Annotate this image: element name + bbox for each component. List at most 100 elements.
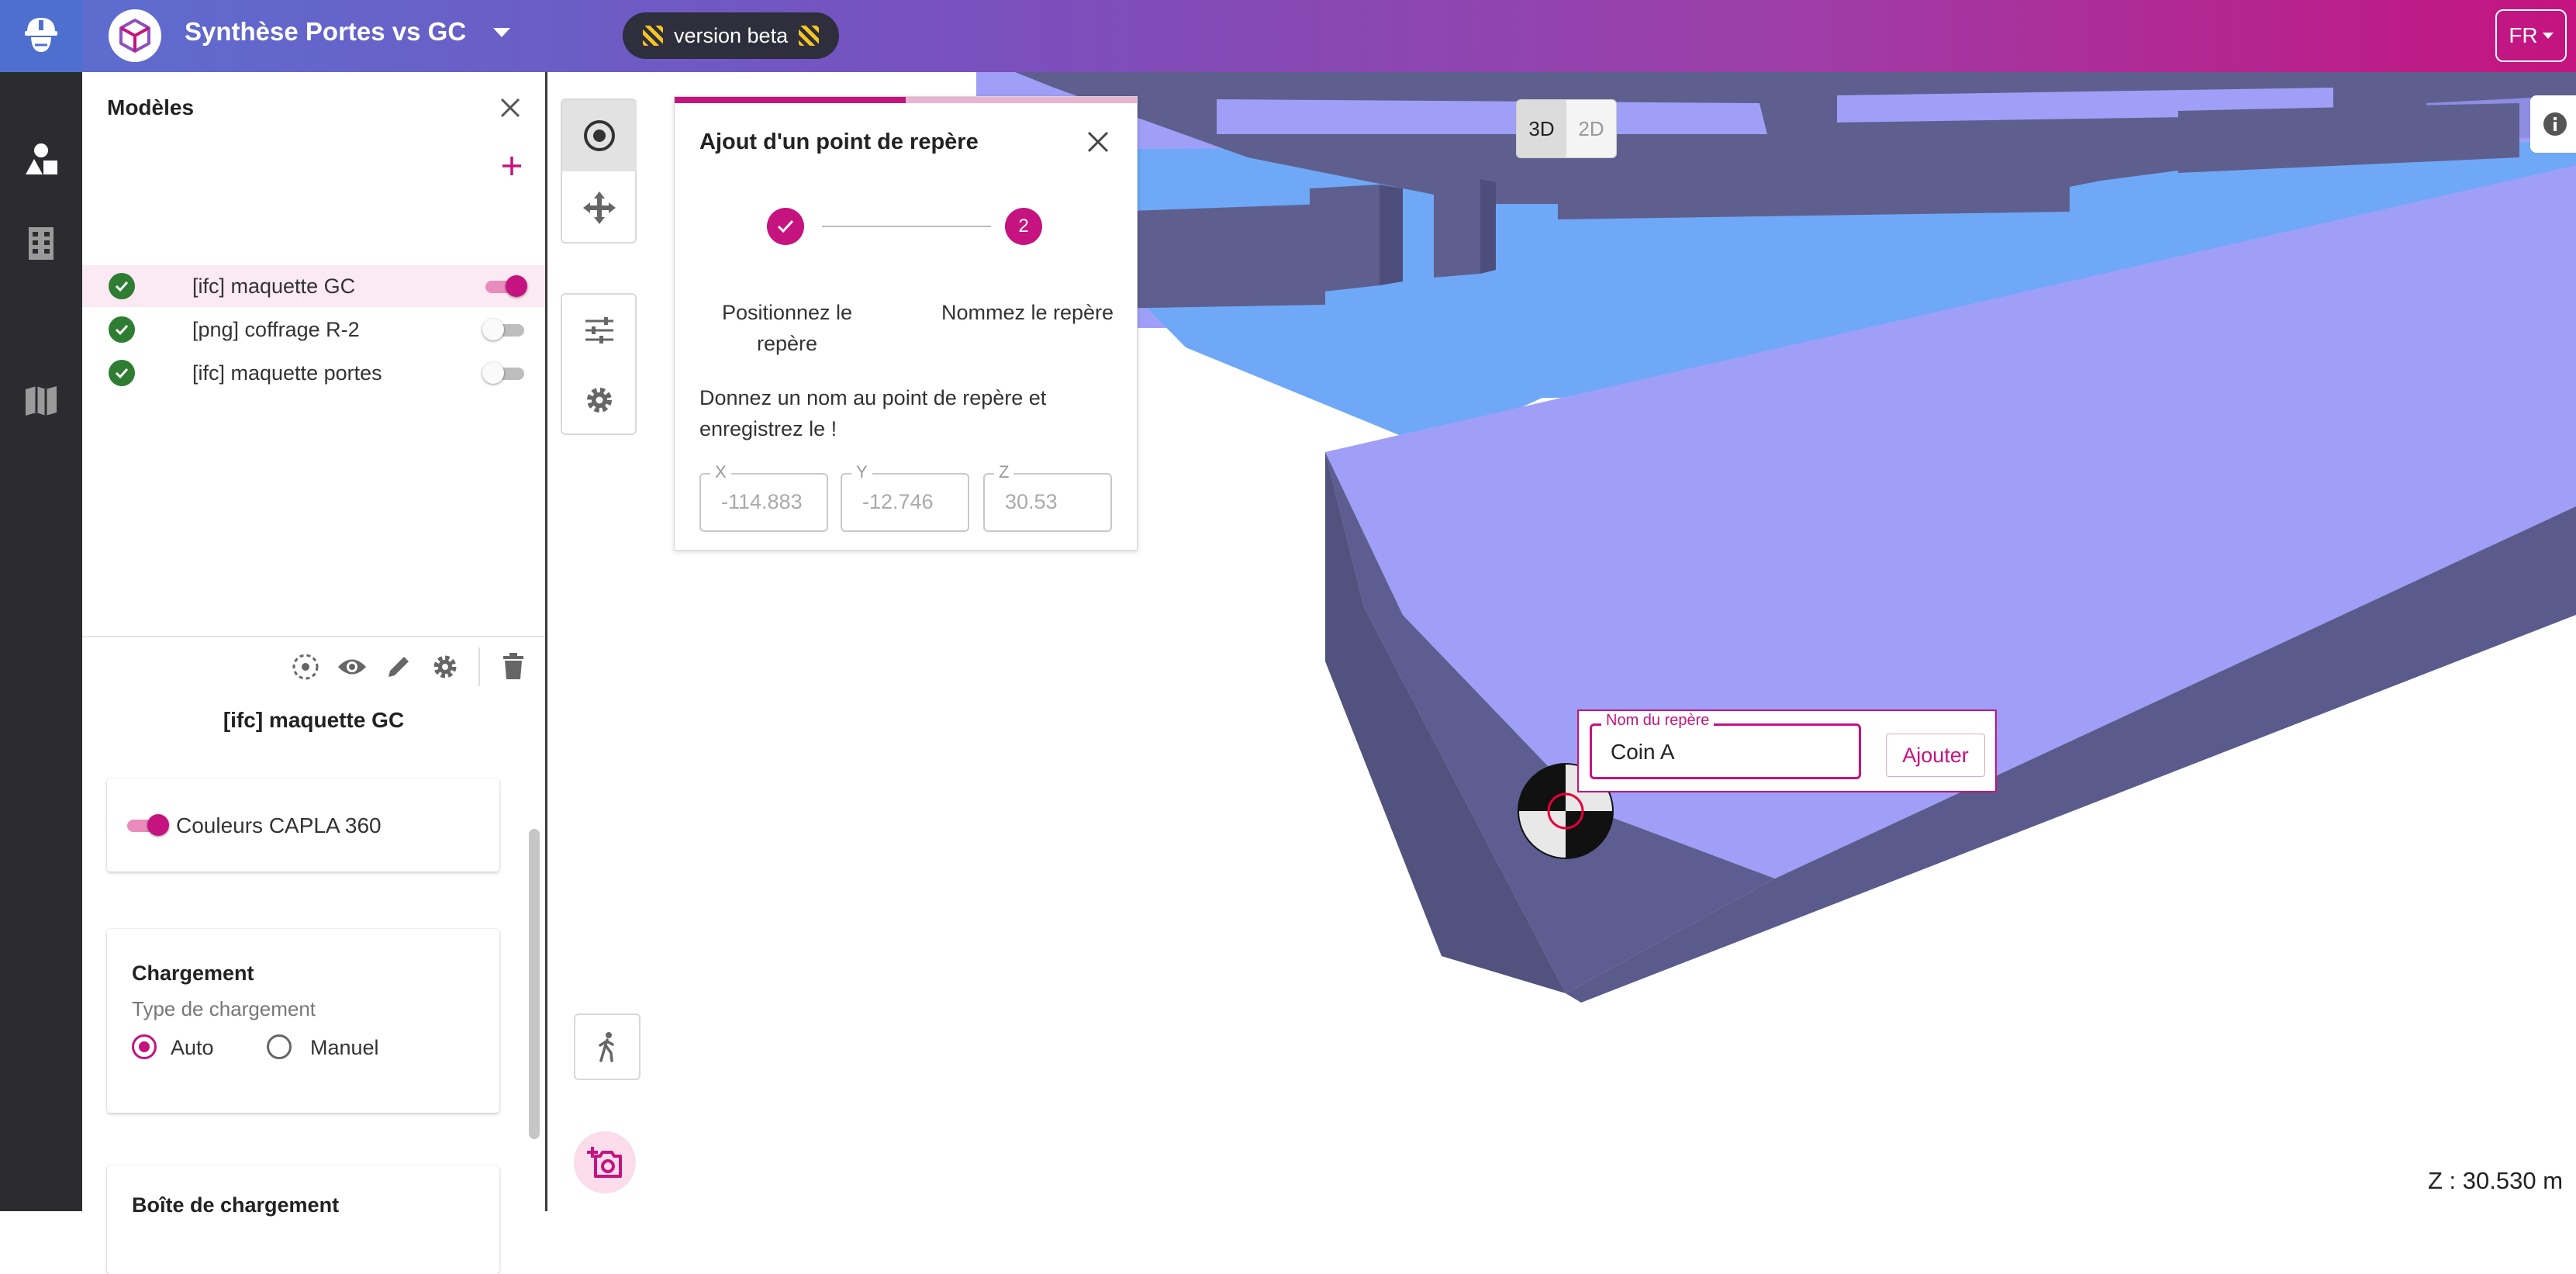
toggle-thumb: [506, 275, 527, 297]
settings-toolbox: [561, 293, 637, 435]
model-row[interactable]: [png] coffrage R-2: [82, 309, 545, 350]
eye-icon: [338, 659, 366, 675]
home-logo-button[interactable]: [0, 0, 82, 72]
edit-model-button[interactable]: [381, 649, 416, 685]
info-icon: [2543, 112, 2567, 136]
stepper-connector: [822, 226, 991, 227]
toolbar-separator: [478, 647, 480, 686]
radio-auto-label: Auto: [171, 1036, 214, 1059]
step-done-indicator: [767, 208, 804, 245]
landmark-name-field[interactable]: Nom du repère Coin A: [1590, 712, 1861, 779]
close-icon: [499, 97, 521, 123]
pan-mode-button[interactable]: [562, 172, 637, 243]
view-mode-toggle: 3D 2D: [1516, 99, 1617, 158]
target-icon: [584, 120, 615, 151]
loading-box-card: Boîte de chargement: [107, 1165, 499, 1274]
warning-stripes-icon: [799, 26, 820, 46]
check-circle-icon: [109, 316, 135, 343]
check-circle-icon: [109, 360, 135, 386]
rail-item-models[interactable]: [0, 115, 82, 208]
model-row[interactable]: [ifc] maquette portes: [82, 352, 545, 394]
language-label: FR: [2509, 23, 2538, 47]
beta-badge: version beta: [623, 12, 840, 59]
coord-z-value: 30.53: [1005, 490, 1058, 513]
step-2-label: Nommez le repère: [941, 301, 1114, 324]
screenshot-button[interactable]: [574, 1131, 636, 1193]
shapes-icon: [23, 142, 59, 181]
orbit-mode-button[interactable]: [562, 100, 637, 171]
view-3d-button[interactable]: 3D: [1517, 100, 1566, 157]
coord-y-label: Y: [851, 462, 872, 482]
step-1-label: Positionnez le repère: [721, 301, 853, 355]
add-landmark-button[interactable]: Ajouter: [1886, 734, 1985, 777]
gear-icon: [433, 655, 457, 678]
model-visibility-toggle[interactable]: [482, 361, 527, 385]
language-selector[interactable]: FR: [2495, 9, 2567, 62]
filters-button[interactable]: [562, 295, 637, 366]
model-visibility-toggle[interactable]: [482, 274, 527, 298]
add-camera-icon: [587, 1147, 622, 1178]
close-panel-button[interactable]: [493, 92, 527, 126]
trash-icon: [503, 653, 523, 679]
view-2d-button[interactable]: 2D: [1566, 100, 1616, 157]
sliders-icon: [585, 317, 613, 344]
loading-box-title: Boîte de chargement: [132, 1193, 340, 1217]
landmark-name-input[interactable]: Coin A: [1611, 740, 1675, 765]
info-button[interactable]: [2530, 95, 2576, 153]
top-bar: Synthèse Portes vs GC version beta FR: [0, 0, 2576, 72]
panel-scrollbar[interactable]: [529, 829, 540, 1139]
move-arrows-icon: [583, 192, 616, 224]
coord-x-label: X: [710, 462, 731, 482]
walking-person-icon: [599, 1032, 614, 1062]
loading-title: Chargement: [132, 962, 254, 985]
visibility-button[interactable]: [334, 649, 370, 685]
3d-viewport[interactable]: 3D 2D Ajout d'un point de repère 2 Posit…: [550, 72, 2576, 1211]
dialog-title: Ajout d'un point de repère: [699, 129, 979, 154]
close-dialog-button[interactable]: [1079, 123, 1117, 161]
radio-manual[interactable]: [267, 1034, 292, 1059]
loading-type-label: Type de chargement: [132, 997, 316, 1020]
capla-colors-label: Couleurs CAPLA 360: [176, 813, 382, 837]
gear-icon: [587, 388, 612, 413]
warning-stripes-icon: [643, 26, 663, 46]
toggle-thumb: [147, 814, 169, 836]
project-title[interactable]: Synthèse Portes vs GC: [185, 17, 466, 47]
close-icon: [1087, 131, 1109, 153]
toggle-thumb: [482, 319, 504, 340]
coord-y-value: -12.746: [862, 490, 934, 513]
target-dashed-icon: [292, 654, 319, 680]
chevron-down-icon[interactable]: [493, 28, 510, 37]
map-book-icon: [22, 383, 60, 421]
selected-model-title: [ifc] maquette GC: [223, 708, 405, 732]
building-icon: [26, 226, 57, 265]
model-toolbar: [288, 647, 531, 686]
model-settings-button[interactable]: [427, 649, 463, 685]
panel-title: Modèles: [107, 95, 195, 119]
coord-z-field: Z 30.53: [983, 462, 1112, 532]
capla-colors-toggle[interactable]: [124, 813, 169, 837]
model-visibility-toggle[interactable]: [482, 318, 527, 341]
colors-card: Couleurs CAPLA 360: [107, 779, 499, 872]
loading-card: Chargement Type de chargement Auto Manue…: [107, 929, 499, 1113]
add-model-button[interactable]: [495, 150, 529, 184]
model-label: [ifc] maquette GC: [192, 274, 356, 298]
rail-item-building[interactable]: [0, 199, 82, 292]
rail-item-map[interactable]: [0, 355, 82, 448]
coord-x-value: -114.883: [721, 490, 803, 513]
check-circle-icon: [109, 273, 135, 299]
toggle-thumb: [482, 362, 504, 384]
viewer-settings-button[interactable]: [562, 364, 637, 436]
coord-y-field: Y -12.746: [841, 462, 969, 532]
landmark-name-label: Nom du repère: [1601, 712, 1714, 730]
radio-auto[interactable]: [132, 1034, 157, 1059]
model-row[interactable]: [ifc] maquette GC: [82, 265, 545, 307]
focus-model-button[interactable]: [288, 649, 323, 685]
navigation-toolbox: [561, 98, 637, 243]
dialog-instruction: Donnez un nom au point de repère et enre…: [699, 386, 1047, 440]
dialog-progress: [675, 97, 1137, 103]
delete-model-button[interactable]: [496, 649, 531, 685]
coord-x-field: X -114.883: [699, 462, 828, 532]
walk-mode-button[interactable]: [574, 1013, 641, 1080]
plus-icon: [501, 151, 523, 182]
models-panel: Modèles [ifc] maquette GC [png] coffrage…: [82, 72, 547, 1274]
